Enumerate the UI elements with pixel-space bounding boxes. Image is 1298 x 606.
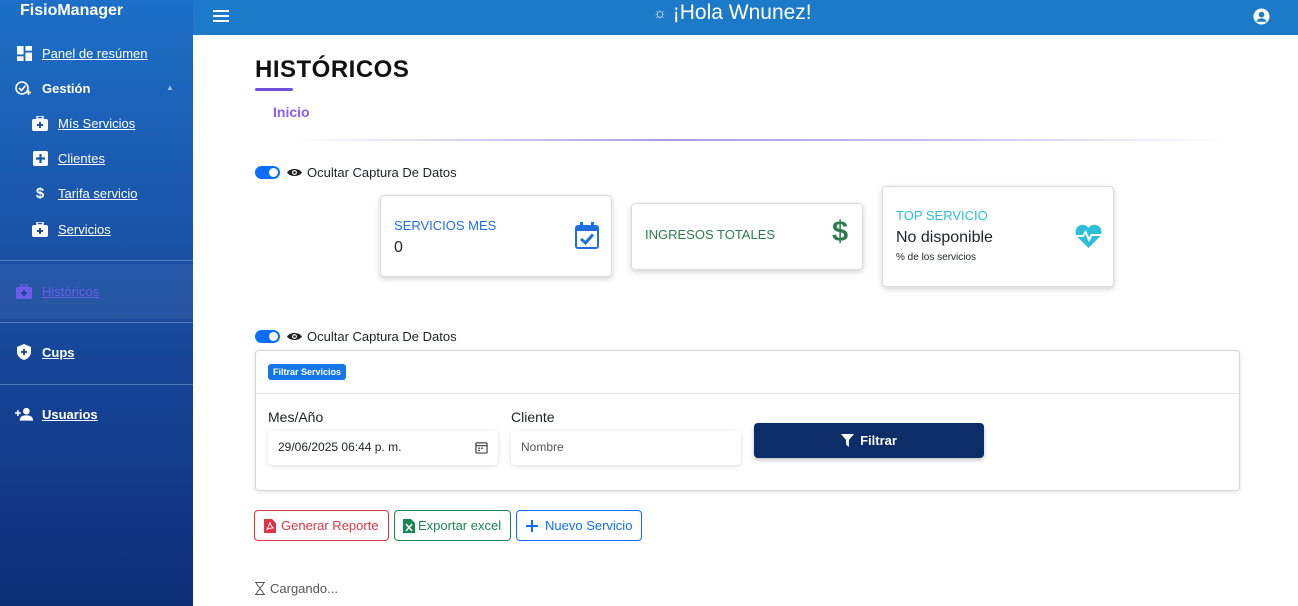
greeting-text: ¡Hola Wnunez!: [672, 1, 812, 24]
client-input[interactable]: Nombre: [511, 431, 741, 465]
sidebar-item-label: Tarifa servicio: [58, 185, 138, 201]
sidebar-item-mis-servicios[interactable]: Mís Servicios: [31, 114, 135, 132]
sidebar: FisioManager Panel de resúmen Gestión ▲ …: [0, 0, 193, 606]
card-title: INGRESOS TOTALES: [645, 227, 776, 242]
dashboard-icon: [15, 44, 33, 62]
sidebar-item-clientes[interactable]: Clientes: [31, 149, 105, 167]
excel-file-icon: [403, 518, 415, 533]
toggle-switch[interactable]: [255, 166, 280, 179]
sidebar-item-panel-resumen[interactable]: Panel de resúmen: [15, 44, 148, 62]
toggle-label: Ocultar Captura De Datos: [307, 165, 457, 180]
eye-icon: [287, 332, 302, 341]
toggle-capture-row: Ocultar Captura De Datos: [255, 165, 457, 180]
chevron-up-icon[interactable]: ▲: [166, 83, 174, 92]
filter-badge: Filtrar Servicios: [268, 364, 347, 380]
new-service-button[interactable]: Nuevo Servicio: [516, 510, 643, 541]
toggle-switch[interactable]: [255, 330, 280, 343]
sidebar-item-cups[interactable]: Cups: [15, 343, 75, 361]
dollar-icon: $: [35, 184, 45, 202]
user-circle-icon[interactable]: [1253, 8, 1270, 25]
card-servicios-mes: SERVICIOS MES 0: [380, 195, 612, 277]
medical-kit-icon: [15, 282, 33, 300]
card-ingresos-totales: INGRESOS TOTALES $: [631, 203, 863, 270]
toggle-label: Ocultar Captura De Datos: [307, 329, 457, 344]
loading-status: Cargando...: [255, 581, 338, 596]
sidebar-item-tarifa-servicio[interactable]: $ Tarifa servicio: [31, 184, 138, 202]
plus-square-icon: [31, 149, 49, 167]
sidebar-item-label: Históricos: [42, 283, 100, 299]
sidebar-item-gestion[interactable]: Gestión: [15, 79, 90, 97]
sun-icon: ☼: [653, 4, 667, 22]
user-add-icon: [15, 405, 33, 423]
sidebar-item-usuarios[interactable]: Usuarios: [15, 405, 98, 423]
client-label: Cliente: [511, 409, 555, 425]
card-value: No disponible: [896, 229, 993, 246]
calendar-icon[interactable]: [475, 441, 488, 454]
card-title: TOP SERVICIO: [896, 208, 988, 223]
card-top-servicio: TOP SERVICIO No disponible % de los serv…: [882, 186, 1114, 287]
sidebar-item-label: Panel de resúmen: [42, 45, 148, 61]
pdf-file-icon: [264, 518, 276, 533]
sidebar-divider: [0, 260, 193, 261]
new-service-label: Nuevo Servicio: [545, 518, 633, 533]
card-subtitle: % de los servicios: [896, 252, 977, 263]
month-label: Mes/Año: [268, 409, 324, 425]
sidebar-item-label: Gestión: [42, 80, 91, 96]
hourglass-icon: [255, 582, 265, 595]
sidebar-item-historicos[interactable]: Históricos: [15, 282, 99, 300]
client-placeholder: Nombre: [521, 440, 564, 454]
sidebar-item-label: Cups: [42, 344, 75, 360]
month-year-input[interactable]: 29/06/2025 06:44 p. m.: [268, 431, 498, 465]
breadcrumb-inicio[interactable]: Inicio: [273, 104, 310, 120]
loading-text: Cargando...: [270, 581, 338, 596]
sidebar-item-label: Clientes: [58, 150, 105, 166]
sidebar-item-servicios[interactable]: Servicios: [31, 220, 111, 238]
page-title: HISTÓRICOS: [255, 56, 410, 83]
app-brand: FisioManager: [20, 2, 124, 19]
sidebar-item-label: Usuarios: [42, 406, 98, 422]
dollar-icon: $: [832, 216, 849, 248]
shield-plus-icon: [15, 343, 33, 361]
sidebar-divider: [0, 322, 193, 323]
sidebar-item-label: Servicios: [58, 221, 111, 237]
generate-report-label: Generar Reporte: [281, 518, 379, 533]
sidebar-item-label: Mís Servicios: [58, 115, 136, 131]
calendar-check-icon: [575, 222, 599, 249]
title-underline: [255, 88, 293, 91]
generate-report-button[interactable]: Generar Reporte: [254, 510, 389, 541]
menu-icon[interactable]: [213, 10, 229, 24]
card-value: 0: [394, 239, 403, 256]
medical-kit-icon: [31, 114, 49, 132]
month-value: 29/06/2025 06:44 p. m.: [278, 440, 402, 454]
export-excel-label: Exportar excel: [418, 518, 502, 533]
top-bar: ☼ ¡Hola Wnunez!: [193, 0, 1298, 35]
check-add-icon: [15, 79, 33, 97]
filter-icon: [841, 434, 855, 447]
filter-button[interactable]: Filtrar: [754, 423, 984, 458]
header-divider: [290, 139, 1230, 141]
sidebar-divider: [0, 384, 193, 385]
eye-icon: [287, 168, 302, 177]
toggle-capture-row: Ocultar Captura De Datos: [255, 329, 457, 344]
plus-icon: [526, 519, 538, 532]
heart-pulse-icon: [1075, 224, 1102, 248]
greeting: ☼ ¡Hola Wnunez!: [653, 1, 812, 25]
export-excel-button[interactable]: Exportar excel: [394, 510, 512, 541]
medical-kit-icon: [31, 220, 49, 238]
card-title: SERVICIOS MES: [394, 218, 497, 233]
panel-divider: [256, 393, 1239, 394]
filter-button-label: Filtrar: [860, 433, 897, 448]
filter-panel: Filtrar Servicios Mes/Año 29/06/2025 06:…: [255, 350, 1240, 491]
